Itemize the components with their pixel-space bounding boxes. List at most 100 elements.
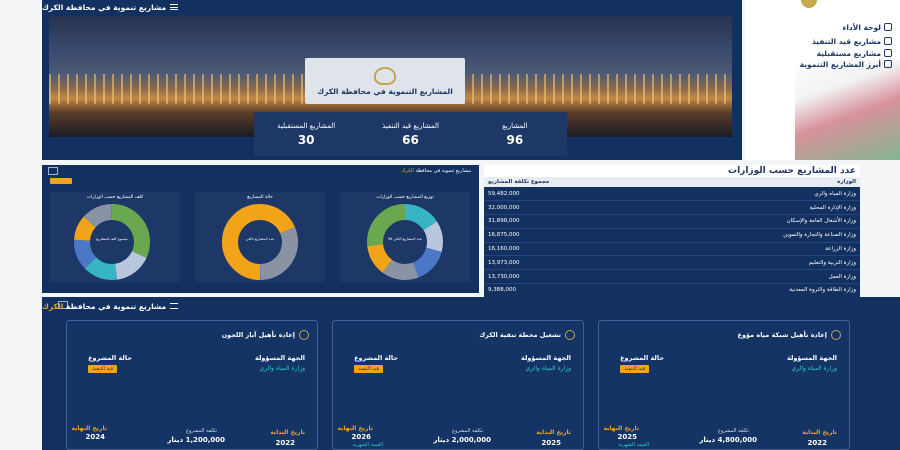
progress-icon [884, 37, 892, 45]
projects-header: مشاريع تنموية في محافظة الكرك [42, 300, 860, 312]
ministry-cost: 13,730,000 [484, 269, 658, 285]
project-title-text: تشغيل محطة تنقية الكرك [479, 331, 561, 339]
ministry-name: وزارة الإدارة المحلية [657, 200, 860, 216]
table-row[interactable]: وزارة الأشغال العامة والإسكان 31,898,000 [484, 214, 860, 229]
ministry-name: وزارة الزراعة [657, 242, 860, 257]
stat-in-progress: المشاريع قيد التنفيذ 66 [366, 122, 456, 147]
end-value: 2026 [351, 433, 371, 441]
filter-button[interactable] [50, 178, 72, 184]
emblem-icon [374, 66, 396, 85]
charts-header: مشاريع تنموية في محافظة الكرك [42, 165, 479, 175]
menu-icon[interactable] [170, 4, 179, 10]
responsible-label: الجهة المسؤولة [787, 354, 837, 362]
sidebar-item-dashboard[interactable]: لوحة الأداء [770, 21, 892, 33]
start-label: تاريخ البداية [536, 429, 571, 436]
sidebar-item-in-progress[interactable]: مشاريع قيد التنفيذ [770, 35, 892, 47]
end-note: القيمة الشهرية [352, 442, 383, 448]
status-badge: قيد التنفيذ [354, 365, 383, 373]
responsible-value: وزارة المياه والري [525, 365, 571, 372]
responsible-label: الجهة المسؤولة [521, 354, 571, 362]
end-value: 2024 [85, 433, 105, 441]
projects-header-highlight: الكرك [42, 301, 64, 311]
hero-header-title: مشاريع تنموية في محافظة الكرك [42, 2, 167, 12]
charts-header-text: مشاريع تنموية في محافظة [413, 168, 471, 174]
charts-panel: مشاريع تنموية في محافظة الكرك كلف المشار… [42, 165, 479, 293]
responsible-value: وزارة المياه والري [259, 365, 305, 372]
sidebar: لوحة الأداء مشاريع قيد التنفيذ مشاريع مس… [745, 0, 900, 160]
ministry-cost: 13,973,000 [484, 255, 658, 271]
ministry-name: وزارة الأشغال العامة والإسكان [657, 214, 860, 229]
start-value: 2022 [807, 439, 827, 447]
responsible-value: وزارة المياه والري [791, 365, 837, 372]
donut-chart-costs: مجموع كلف المشاريع [74, 204, 150, 280]
table-row[interactable]: وزارة العمل 13,730,000 [484, 269, 860, 285]
projects-header-text: مشاريع تنموية في محافظة الكرك [42, 302, 166, 311]
sidebar-item-highlights[interactable]: أبرز المشاريع التنموية [770, 58, 892, 70]
status-badge: قيد التنفيذ [620, 365, 649, 373]
start-value: 2022 [275, 439, 295, 447]
chart-card-costs: كلف المشاريع حسب الوزارات مجموع كلف المش… [50, 192, 180, 282]
column-header[interactable]: الوزارة [657, 177, 860, 187]
ministry-cost: 31,898,000 [484, 214, 658, 229]
chart-card-status: حالة المشاريع عدد المشاريع الكلي [195, 192, 325, 282]
table-row[interactable]: وزارة الإدارة المحلية 32,000,000 [484, 200, 860, 216]
ministry-cost: 16,160,000 [484, 242, 658, 257]
emblem-icon [299, 330, 309, 340]
project-card[interactable]: إعادة تأهيل آبار اللجون الجهة المسؤولة و… [66, 320, 318, 450]
project-card[interactable]: تشغيل محطة تنقية الكرك الجهة المسؤولة وز… [332, 320, 584, 450]
start-value: 2025 [541, 439, 561, 447]
logo [801, 0, 817, 8]
start-label: تاريخ البداية [270, 429, 305, 436]
stat-label: المشاريع قيد التنفيذ [382, 121, 439, 130]
stat-value: 30 [297, 132, 315, 147]
stat-future: المشاريع المستقبلية 30 [261, 122, 351, 147]
status-label: حالة المشروع [620, 354, 664, 362]
table-row[interactable]: وزارة الزراعة 16,160,000 [484, 242, 860, 257]
project-card[interactable]: إعادة تأهيل شبكة مياه مؤوع الجهة المسؤول… [598, 320, 850, 450]
table-row[interactable]: وزارة المياه والري 59,482,000 [484, 187, 860, 202]
emblem-icon [831, 330, 841, 340]
hero-title: المشاريع التنموية في محافظة الكرك [317, 86, 453, 96]
stat-label: المشاريع [502, 121, 528, 130]
flag-background [795, 60, 900, 160]
cost-value: 2,000,000 دينار [433, 436, 491, 444]
column-header[interactable]: مجموع تكلفة المشاريع [484, 177, 658, 187]
menu-icon[interactable] [170, 303, 179, 309]
table-row[interactable]: وزارة التربية والتعليم 13,973,000 [484, 255, 860, 271]
table-header-row: الوزارة مجموع تكلفة المشاريع [484, 177, 860, 187]
calendar-icon [884, 49, 892, 57]
project-title: إعادة تأهيل شبكة مياه مؤوع [738, 330, 841, 340]
hero-header: مشاريع تنموية في محافظة الكرك [42, 0, 742, 14]
table-row[interactable]: وزارة الصناعة والتجارة والتموين 16,875,00… [484, 228, 860, 243]
status-label: حالة المشروع [88, 354, 132, 362]
project-title-text: إعادة تأهيل آبار اللجون [221, 331, 295, 339]
ministries-panel: عدد المشاريع حسب الوزارات الوزارة مجموع … [484, 165, 860, 298]
status-label: حالة المشروع [354, 354, 398, 362]
star-icon [884, 60, 892, 68]
project-title: إعادة تأهيل آبار اللجون [222, 330, 309, 340]
ministry-name: وزارة التربية والتعليم [657, 255, 860, 271]
dashboard-icon [884, 23, 892, 31]
ministry-name: وزارة الطاقة والثروة المعدنية [657, 283, 860, 298]
hero-title-box: المشاريع التنموية في محافظة الكرك [305, 58, 465, 104]
hero-stats: المشاريع 96 المشاريع قيد التنفيذ 66 المش… [254, 112, 567, 156]
end-label: تاريخ النهاية [337, 425, 374, 432]
ministry-cost: 59,482,000 [484, 187, 658, 202]
end-label: تاريخ النهاية [71, 425, 108, 432]
charts-header-highlight: الكرك [401, 168, 414, 174]
sidebar-item-label: مشاريع قيد التنفيذ [811, 36, 881, 46]
hero-panel: مشاريع تنموية في محافظة الكرك المشاريع ا… [42, 0, 742, 160]
fullscreen-icon[interactable] [48, 167, 58, 175]
projects-panel: مشاريع تنموية في محافظة الكرك إعادة تأهي… [42, 297, 900, 450]
table-row[interactable]: وزارة الطاقة والثروة المعدنية 9,388,000 [484, 283, 860, 298]
ministry-cost: 9,388,000 [484, 283, 658, 298]
donut-center-label: عدد المشاريع الكلي 96 [388, 237, 422, 241]
project-title-text: إعادة تأهيل شبكة مياه مؤوع [737, 331, 827, 339]
cost-value: 1,200,000 دينار [167, 436, 225, 444]
emblem-icon [565, 330, 575, 340]
ministries-header: عدد المشاريع حسب الوزارات [484, 165, 860, 177]
ministry-name: وزارة الصناعة والتجارة والتموين [657, 228, 860, 243]
cost-value: 4,800,000 دينار [699, 436, 757, 444]
sidebar-item-label: مشاريع مستقبلية [816, 48, 881, 58]
ministry-name: وزارة العمل [657, 269, 860, 285]
